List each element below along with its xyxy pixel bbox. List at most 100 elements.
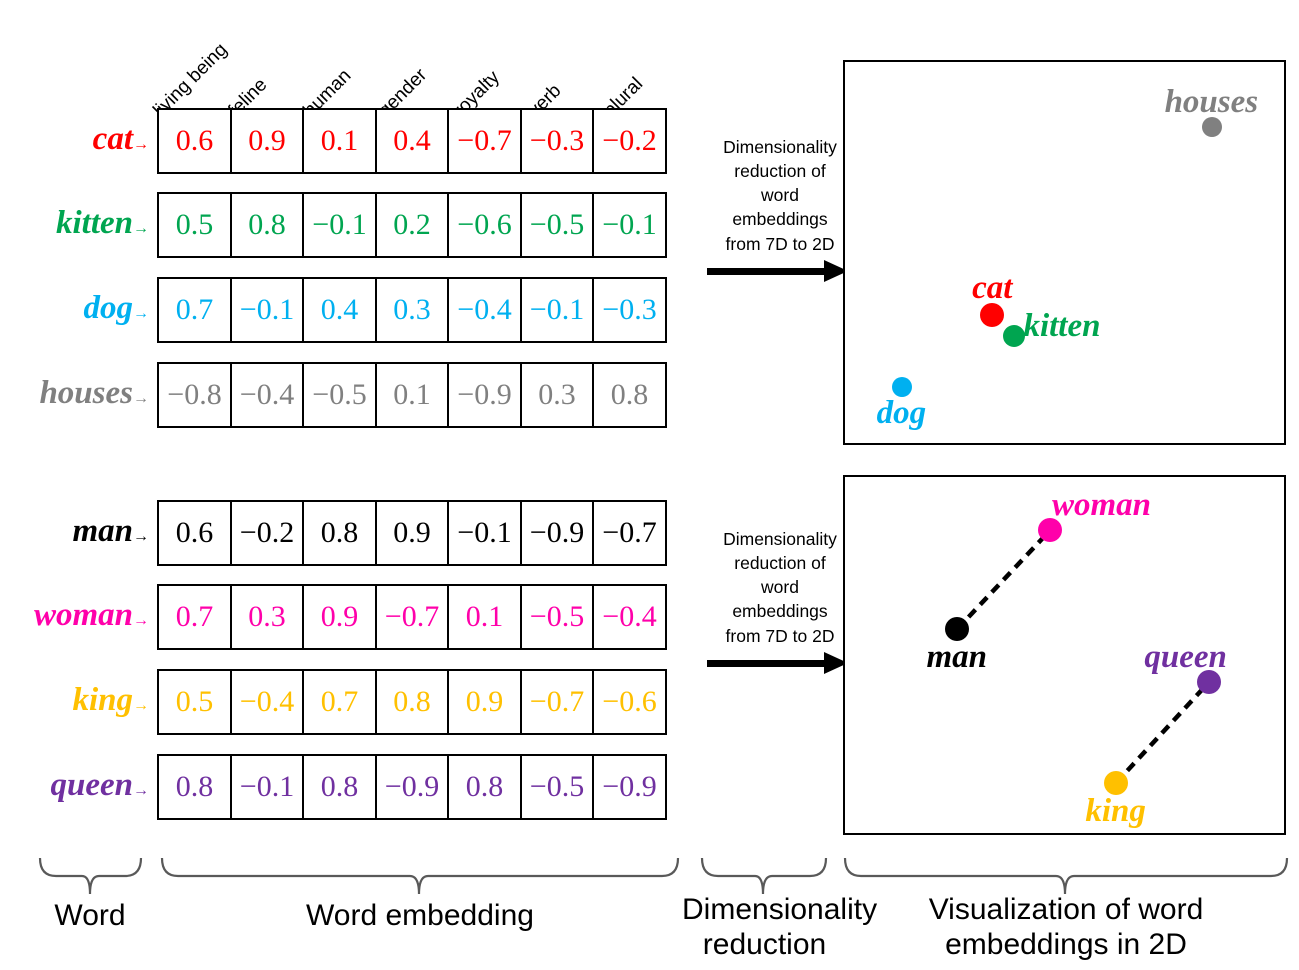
vector-cell: −0.8 bbox=[157, 362, 232, 428]
word-label-kitten: kitten→ bbox=[0, 205, 149, 242]
vector-cell: 0.1 bbox=[374, 362, 450, 428]
vector-cell: −0.4 bbox=[592, 584, 667, 650]
vector-cell: 0.6 bbox=[157, 500, 232, 566]
vector-cell: 0.7 bbox=[157, 277, 232, 343]
vector-cell: −0.2 bbox=[592, 108, 667, 174]
word-text: man bbox=[72, 513, 133, 549]
word-text: dog bbox=[83, 290, 134, 326]
right-arrow-icon: → bbox=[133, 305, 149, 322]
word-text: king bbox=[72, 682, 133, 718]
caption-line: Dimensionality bbox=[682, 893, 878, 926]
brace-dimensionality-reduction bbox=[700, 857, 828, 895]
word-label-woman: woman→ bbox=[0, 597, 149, 634]
vector-cell: 0.2 bbox=[374, 192, 450, 258]
vector-cell: −0.5 bbox=[302, 362, 377, 428]
vector-cell: 0.8 bbox=[229, 192, 305, 258]
arrow-caption-line: word bbox=[761, 185, 799, 206]
word-text: woman bbox=[33, 597, 133, 633]
vector-cell: −0.4 bbox=[229, 669, 305, 735]
vector-cell: 0.9 bbox=[302, 584, 377, 650]
vector-row-houses: −0.8 −0.4 −0.5 0.1 −0.9 0.3 0.8 bbox=[157, 362, 667, 428]
vector-row-woman: 0.7 0.3 0.9 −0.7 0.1 −0.5 −0.4 bbox=[157, 584, 667, 650]
arrow-caption-line: reduction of bbox=[734, 161, 826, 182]
vector-cell: 0.8 bbox=[592, 362, 667, 428]
word-text: cat bbox=[92, 121, 133, 157]
vector-cell: 0.4 bbox=[302, 277, 377, 343]
vector-cell: 0.9 bbox=[374, 500, 450, 566]
brace-word bbox=[38, 857, 143, 895]
analogy-line-king-queen bbox=[1114, 680, 1212, 785]
vector-cell: −0.1 bbox=[229, 277, 305, 343]
right-arrow-icon: → bbox=[133, 528, 149, 545]
arrow-caption-line: Dimensionality bbox=[723, 529, 837, 549]
vector-cell: −0.9 bbox=[374, 754, 450, 820]
word-label-king: king→ bbox=[0, 682, 149, 719]
right-arrow-icon: → bbox=[133, 782, 149, 799]
point-label-woman: woman bbox=[1052, 487, 1152, 524]
vector-cell: −0.1 bbox=[229, 754, 305, 820]
vector-cell: −0.1 bbox=[519, 277, 595, 343]
vector-cell: −0.9 bbox=[519, 500, 595, 566]
arrow-shaft bbox=[707, 267, 827, 275]
vector-cell: −0.7 bbox=[374, 584, 450, 650]
vector-cell: 0.1 bbox=[302, 108, 377, 174]
word-label-man: man→ bbox=[0, 513, 149, 550]
arrow-caption-bottom: Dimensionality reduction of word embeddings… bbox=[707, 527, 853, 648]
vector-cell: −0.4 bbox=[447, 277, 522, 343]
arrow-caption-line: reduction of bbox=[734, 553, 826, 574]
vector-cell: −0.1 bbox=[592, 192, 667, 258]
right-arrow-icon: → bbox=[133, 390, 149, 407]
vector-cell: −0.4 bbox=[229, 362, 305, 428]
scatter-plot-top: houses cat kitten dog bbox=[843, 60, 1286, 445]
vector-cell: 0.8 bbox=[157, 754, 232, 820]
vector-cell: −0.9 bbox=[592, 754, 667, 820]
point-label-king: king bbox=[1085, 793, 1146, 830]
arrow-caption-line: from 7D to 2D bbox=[725, 233, 835, 254]
right-arrow-icon: → bbox=[133, 136, 149, 153]
right-arrow-icon: → bbox=[133, 612, 149, 629]
vector-cell: 0.8 bbox=[302, 500, 377, 566]
vector-row-queen: 0.8 −0.1 0.8 −0.9 0.8 −0.5 −0.9 bbox=[157, 754, 667, 820]
right-arrow-icon: → bbox=[133, 220, 149, 237]
vector-row-dog: 0.7 −0.1 0.4 0.3 −0.4 −0.1 −0.3 bbox=[157, 277, 667, 343]
vector-cell: 0.4 bbox=[374, 108, 450, 174]
data-point-man bbox=[944, 617, 969, 642]
word-label-houses: houses→ bbox=[0, 375, 149, 412]
point-label-queen: queen bbox=[1144, 638, 1227, 675]
vector-cell: −0.9 bbox=[447, 362, 522, 428]
brace-visualization bbox=[843, 857, 1289, 895]
point-label-houses: houses bbox=[1164, 83, 1259, 120]
point-label-cat: cat bbox=[972, 270, 1013, 307]
analogy-line-man-woman bbox=[955, 528, 1052, 631]
vector-cell: 0.8 bbox=[374, 669, 450, 735]
vector-cell: 0.1 bbox=[447, 584, 522, 650]
vector-cell: −0.7 bbox=[592, 500, 667, 566]
word-text: kitten bbox=[55, 205, 133, 241]
point-label-dog: dog bbox=[876, 395, 927, 432]
vector-cell: 0.5 bbox=[157, 192, 232, 258]
vector-cell: −0.3 bbox=[592, 277, 667, 343]
scatter-plot-bottom: woman man queen king bbox=[843, 475, 1286, 835]
data-point-king bbox=[1103, 771, 1128, 796]
arrow-shaft bbox=[707, 659, 827, 667]
arrow-glyph-bottom bbox=[707, 651, 853, 674]
vector-row-king: 0.5 −0.4 0.7 0.8 0.9 −0.7 −0.6 bbox=[157, 669, 667, 735]
vector-cell: −0.5 bbox=[519, 754, 595, 820]
arrow-caption-top: Dimensionality reduction of word embeddings… bbox=[707, 135, 853, 256]
vector-cell: 0.6 bbox=[157, 108, 232, 174]
vector-cell: −0.6 bbox=[447, 192, 522, 258]
right-arrow-icon: → bbox=[133, 697, 149, 714]
vector-cell: 0.8 bbox=[302, 754, 377, 820]
vector-cell: −0.6 bbox=[592, 669, 667, 735]
point-label-kitten: kitten bbox=[1023, 307, 1101, 344]
point-label-man: man bbox=[926, 639, 987, 676]
vector-cell: −0.3 bbox=[519, 108, 595, 174]
vector-cell: −0.7 bbox=[447, 108, 522, 174]
diagram-canvas: living being feline human gender royalty verb… bbox=[0, 0, 1299, 970]
vector-cell: −0.1 bbox=[302, 192, 377, 258]
brace-word-embedding bbox=[160, 857, 680, 895]
arrow-caption-line: word bbox=[761, 577, 799, 598]
vector-cell: 0.8 bbox=[447, 754, 522, 820]
word-label-cat: cat→ bbox=[0, 121, 149, 158]
caption-dimensionality-reduction: Dimensionality reduction bbox=[682, 892, 878, 963]
